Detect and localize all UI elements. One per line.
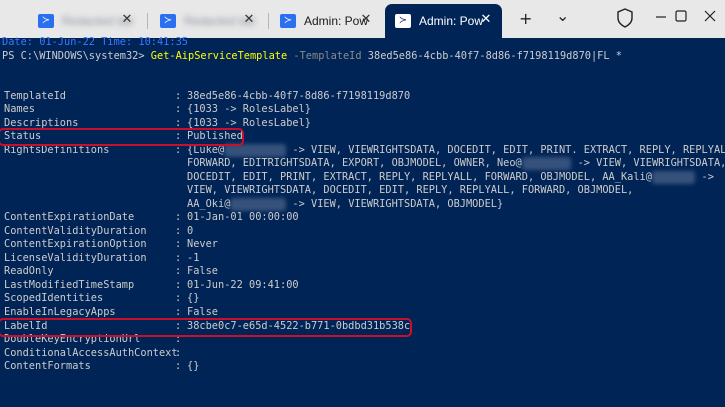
status-highlight-box: [0, 128, 244, 146]
close-icon[interactable]: ✕: [119, 12, 135, 28]
new-tab-button[interactable]: +: [519, 11, 532, 27]
tab-4-active[interactable]: ≻ Admin: Pow ✕: [385, 4, 502, 38]
command-param: -TemplateId: [293, 50, 362, 62]
labelid-highlight-box: [0, 318, 412, 337]
redacted-email: xxxxxxxxx: [230, 198, 287, 211]
close-icon[interactable]: ✕: [241, 12, 257, 28]
redacted-email: xxxxxxx: [651, 171, 696, 184]
terminal-output[interactable]: Date: 01-Jun-22 Time: 10:41:35 PS C:\WIN…: [0, 36, 725, 407]
close-icon[interactable]: ✕: [478, 12, 494, 28]
tab-dropdown-button[interactable]: ⌄: [556, 8, 569, 24]
minimize-button[interactable]: [651, 6, 671, 26]
tab-2[interactable]: ≻ Redacted tab ✕: [150, 4, 265, 38]
command-line: PS C:\WINDOWS\system32> Get-AipServiceTe…: [2, 50, 622, 63]
close-window-button[interactable]: [700, 6, 720, 26]
tab-divider: [147, 13, 148, 29]
tab-bar: ≻ Redacted tab ✕ ≻ Redacted tab ✕ ≻ Admi…: [0, 0, 725, 38]
tab-1[interactable]: ≻ Redacted tab ✕: [28, 4, 143, 38]
tab-divider: [268, 13, 269, 29]
powershell-icon: ≻: [280, 14, 296, 28]
cmdlet: Get-AipServiceTemplate: [150, 50, 288, 62]
powershell-icon: ≻: [160, 14, 176, 28]
shield-icon: [617, 8, 633, 28]
tab-title: Admin: Pow: [419, 14, 484, 28]
tab-3[interactable]: ≻ Admin: Pow ✕: [270, 4, 382, 38]
prompt: PS C:\WINDOWS\system32>: [2, 50, 151, 62]
date-time-line: Date: 01-Jun-22 Time: 10:41:35: [2, 36, 188, 48]
redacted-email: xxxxxxxx: [521, 157, 572, 170]
command-argument: 38ed5e86-4cbb-40f7-8d86-f7198119d870|FL …: [367, 50, 622, 62]
maximize-button[interactable]: [671, 6, 691, 26]
close-icon[interactable]: ✕: [358, 12, 374, 28]
powershell-icon: ≻: [395, 14, 411, 28]
powershell-icon: ≻: [38, 14, 54, 28]
